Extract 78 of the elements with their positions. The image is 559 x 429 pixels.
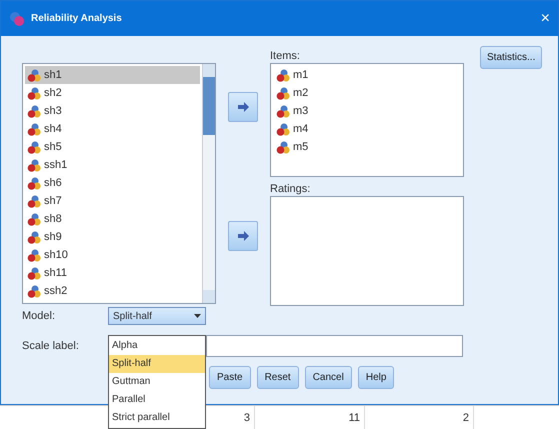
variable-name: sh4: [44, 122, 62, 137]
variable-item[interactable]: ssh2: [25, 282, 200, 300]
variable-name: sh3: [44, 104, 62, 119]
variable-icon: [27, 86, 41, 100]
dropdown-option[interactable]: Split-half: [109, 355, 205, 373]
variable-item[interactable]: sh6: [25, 174, 200, 192]
variable-item[interactable]: sh3: [25, 102, 200, 120]
variable-icon: [276, 122, 290, 136]
dropdown-option[interactable]: Guttman: [109, 373, 205, 391]
variable-name: sh11: [44, 266, 68, 281]
variable-icon: [276, 140, 290, 154]
dialog-button[interactable]: Reset: [256, 366, 299, 389]
window-title: Reliability Analysis: [31, 12, 122, 26]
dialog-button[interactable]: Paste: [209, 366, 251, 389]
variable-name: ssh1: [44, 158, 68, 173]
move-right-button[interactable]: [228, 221, 258, 251]
variable-item[interactable]: sh5: [25, 138, 200, 156]
variable-item[interactable]: sh4: [25, 120, 200, 138]
variable-name: ssh2: [44, 284, 68, 299]
variable-name: sh6: [44, 176, 62, 191]
variable-icon: [27, 122, 41, 136]
app-icon: [9, 10, 25, 26]
variable-icon: [27, 284, 41, 298]
variable-name: sh2: [44, 86, 62, 101]
variable-name: sh5: [44, 140, 62, 155]
variable-name: sh8: [44, 212, 62, 227]
ratings-label: Ratings:: [270, 183, 312, 196]
arrow-icon: [237, 231, 249, 241]
dialog-button[interactable]: Cancel: [304, 366, 352, 389]
variable-name: sh7: [44, 194, 62, 209]
variable-name[interactable]: m1: [293, 66, 308, 84]
variable-item[interactable]: sh7: [25, 192, 200, 210]
model-label: Model:: [22, 308, 56, 324]
items-list[interactable]: m1 m2 m3 m4 m5: [270, 63, 464, 177]
variable-icon: [276, 68, 290, 82]
variable-icon: [27, 266, 41, 280]
variable-icon: [27, 248, 41, 262]
variable-icon: [27, 194, 41, 208]
caret-icon: [194, 314, 201, 318]
variable-name[interactable]: m2: [293, 84, 308, 102]
variable-icon: [276, 104, 290, 118]
variable-icon: [276, 86, 290, 100]
variable-item[interactable]: sh2: [25, 84, 200, 102]
variable-item[interactable]: sh10: [25, 246, 200, 264]
dropdown-option[interactable]: Alpha: [109, 337, 205, 355]
variable-item[interactable]: sh9: [25, 228, 200, 246]
ratings-list[interactable]: [270, 196, 464, 306]
statistics-button[interactable]: Statistics...: [480, 46, 542, 69]
table-cell: 11: [255, 406, 365, 429]
move-right-button[interactable]: [228, 92, 258, 122]
close-button[interactable]: ×: [540, 6, 550, 30]
table-cell: 2: [365, 406, 474, 429]
scale-label-field[interactable]: [206, 335, 463, 357]
scrollbar[interactable]: [202, 64, 215, 303]
dropdown-option[interactable]: Parallel: [109, 391, 205, 409]
dialog-button[interactable]: Help: [358, 366, 394, 389]
variable-name[interactable]: m4: [293, 120, 308, 138]
variable-icon: [27, 68, 41, 82]
variable-name: sh10: [44, 248, 68, 263]
variable-item[interactable]: sh11: [25, 264, 200, 282]
variable-name[interactable]: m3: [293, 102, 308, 120]
variable-icon: [27, 104, 41, 118]
variable-item[interactable]: ssh1: [25, 156, 200, 174]
scale-label: Scale label:: [22, 338, 80, 354]
variable-item[interactable]: sh8: [25, 210, 200, 228]
items-label: Items:: [270, 50, 301, 63]
variable-icon: [27, 140, 41, 154]
arrow-icon: [237, 102, 249, 112]
variable-icon: [27, 212, 41, 226]
variable-icon: [27, 230, 41, 244]
variable-icon: [27, 158, 41, 172]
model-dropdown[interactable]: Split-half: [108, 307, 206, 325]
variable-name: sh1: [44, 68, 62, 83]
variable-name: sh9: [44, 230, 62, 245]
variable-icon: [27, 176, 41, 190]
variable-name[interactable]: m5: [293, 138, 308, 156]
variable-list[interactable]: sh1 sh2 sh3 sh4 sh5 ssh1 sh6 sh7 sh8 sh9 sh10 sh11 ssh2: [22, 63, 216, 304]
variable-item[interactable]: sh1: [25, 66, 200, 84]
